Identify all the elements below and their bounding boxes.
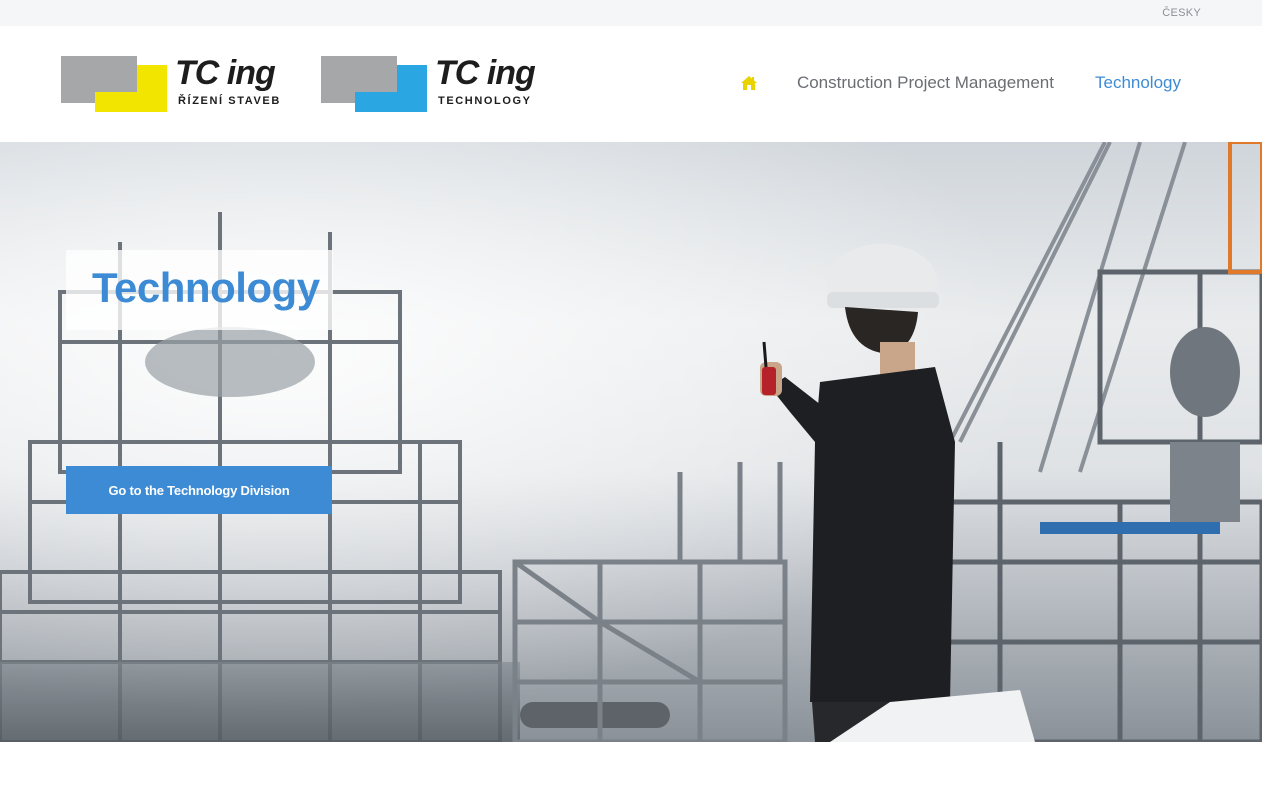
- logo-subtitle: TECHNOLOGY: [438, 95, 532, 107]
- top-bar: ČESKY: [0, 0, 1262, 26]
- logo-subtitle: ŘÍZENÍ STAVEB: [178, 95, 281, 107]
- logo-grey-overlap: [355, 65, 397, 92]
- site-header: TC ing ŘÍZENÍ STAVEB TC ing TECHNOLOGY C…: [0, 26, 1262, 142]
- nav-item-technology[interactable]: Technology: [1095, 73, 1181, 93]
- main-nav: Construction Project Management Technolo…: [740, 73, 1181, 93]
- go-to-technology-division-button[interactable]: Go to the Technology Division: [66, 466, 332, 514]
- industrial-plant-photo: [0, 142, 1262, 742]
- logo-title: TC ing: [175, 54, 276, 92]
- hero-banner: Technology Go to the Technology Division: [0, 142, 1262, 742]
- hero-title: Technology: [92, 264, 320, 311]
- logo-technology[interactable]: TC ing TECHNOLOGY: [321, 54, 561, 112]
- hero-title-box: Technology: [66, 250, 333, 330]
- logo-title: TC ing: [435, 54, 536, 92]
- nav-item-construction-project-management[interactable]: Construction Project Management: [797, 73, 1054, 93]
- home-icon[interactable]: [740, 75, 758, 91]
- logo-grey-overlap: [95, 65, 137, 92]
- language-switch-link[interactable]: ČESKY: [1162, 7, 1201, 19]
- logo-rizeni-staveb[interactable]: TC ing ŘÍZENÍ STAVEB: [61, 54, 301, 112]
